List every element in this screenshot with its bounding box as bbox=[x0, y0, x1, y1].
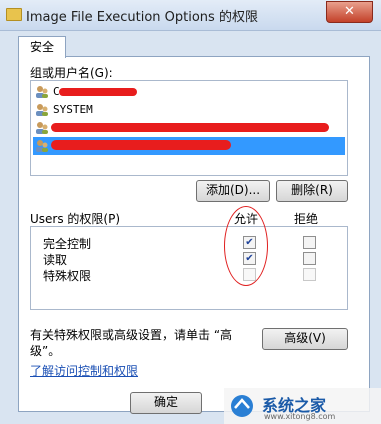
user-row-4-selected[interactable] bbox=[33, 137, 345, 155]
users-listbox[interactable]: C SYSTEM bbox=[30, 80, 348, 176]
annotation-oval bbox=[224, 206, 268, 286]
advanced-button[interactable]: 高级(V) bbox=[262, 328, 348, 350]
permissions-list: 完全控制 读取 特殊权限 ✔ ✔ bbox=[30, 226, 348, 310]
deny-checkbox-full-control[interactable] bbox=[303, 236, 316, 249]
window-title: Image File Execution Options 的权限 bbox=[26, 10, 258, 25]
users-group-icon bbox=[35, 121, 49, 135]
permission-name: 特殊权限 bbox=[43, 269, 92, 283]
user-row-1[interactable]: C bbox=[33, 83, 345, 101]
user-row-2[interactable]: SYSTEM bbox=[33, 101, 345, 119]
deny-checkbox-read[interactable] bbox=[303, 252, 316, 265]
deny-checkbox-special bbox=[303, 268, 316, 281]
watermark-logo-icon bbox=[231, 395, 253, 417]
users-group-icon bbox=[35, 103, 49, 117]
ok-button[interactable]: 确定 bbox=[130, 392, 202, 414]
user-name: SYSTEM bbox=[53, 103, 93, 116]
group-users-label: 组或用户名(G): bbox=[30, 66, 113, 80]
users-group-icon bbox=[35, 85, 49, 99]
watermark-url: www.xitong8.com bbox=[264, 412, 336, 421]
redaction-mark bbox=[51, 140, 231, 150]
permissions-title: Users 的权限(P) bbox=[30, 212, 121, 226]
special-permissions-text-line1: 有关特殊权限或高级设置，请单击 “高 bbox=[30, 328, 233, 342]
redaction-mark bbox=[51, 123, 329, 132]
permission-name: 读取 bbox=[43, 253, 68, 267]
tab-security[interactable]: 安全 bbox=[18, 36, 66, 58]
watermark: 系统之家 www.xitong8.com bbox=[224, 388, 381, 424]
close-button[interactable]: ✕ bbox=[326, 1, 373, 23]
special-permissions-text-line2: 级”。 bbox=[30, 344, 61, 358]
user-row-3[interactable] bbox=[33, 119, 345, 137]
add-button[interactable]: 添加(D)... bbox=[196, 180, 270, 202]
learn-access-control-link[interactable]: 了解访问控制和权限 bbox=[30, 362, 138, 379]
users-group-icon bbox=[35, 139, 49, 153]
permission-name: 完全控制 bbox=[43, 237, 92, 251]
redaction-mark bbox=[59, 88, 137, 96]
folder-icon bbox=[6, 8, 22, 21]
remove-button[interactable]: 删除(R) bbox=[276, 180, 348, 202]
deny-column-header: 拒绝 bbox=[294, 212, 319, 226]
